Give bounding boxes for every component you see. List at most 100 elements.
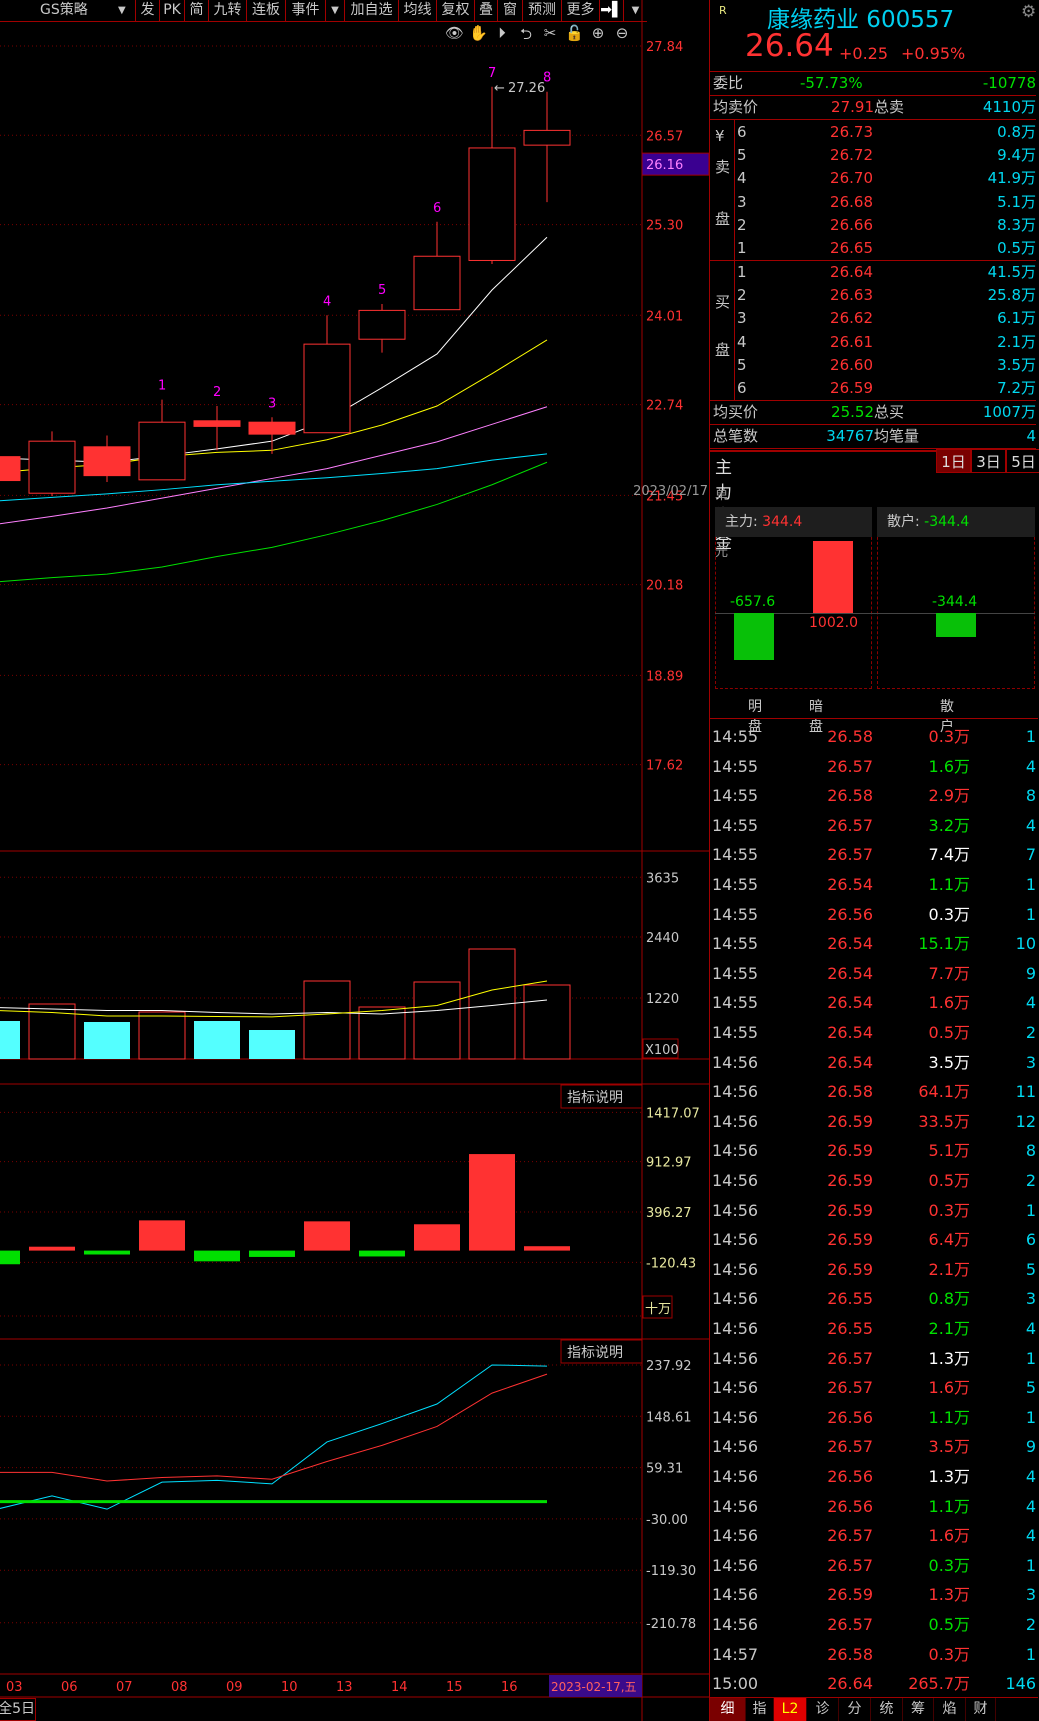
tick-row[interactable]: 14:56 26.54 3.5万 3: [710, 1048, 1036, 1077]
tick-row[interactable]: 15:00 26.64 265.7万 146: [710, 1669, 1036, 1698]
tick-row[interactable]: 14:56 26.57 1.6万 4: [710, 1521, 1036, 1550]
tick-volume: 6.4万: [928, 1230, 970, 1250]
tick-price: 26.59: [827, 1585, 873, 1605]
tick-time: 14:56: [712, 1526, 759, 1546]
tick-price: 26.57: [827, 845, 873, 865]
tick-volume: 1.1万: [928, 1407, 970, 1427]
volume-bar: [523, 984, 571, 1060]
tick-price: 26.54: [827, 963, 873, 983]
bottom-tab-0[interactable]: 细: [710, 1698, 746, 1721]
tick-row[interactable]: 14:56 26.59 1.3万 3: [710, 1580, 1036, 1609]
bottom-tab-4[interactable]: 分: [839, 1698, 871, 1721]
bid-row[interactable]: 1 26.64 41.5万: [710, 261, 1036, 284]
tick-row[interactable]: 14:56 26.55 0.8万 3: [710, 1284, 1036, 1313]
tick-row[interactable]: 14:55 26.56 0.3万 1: [710, 900, 1036, 929]
ask-row[interactable]: 2 26.66 8.3万: [710, 214, 1036, 237]
tick-row[interactable]: 14:56 26.59 2.1万 5: [710, 1255, 1036, 1284]
bottom-tab-6[interactable]: 筹: [903, 1698, 934, 1721]
tick-row[interactable]: 14:56 26.59 0.5万 2: [710, 1166, 1036, 1195]
indicator-line-2: [0, 1373, 548, 1482]
tick-row[interactable]: 14:56 26.57 0.3万 1: [710, 1551, 1036, 1580]
candle: [248, 421, 296, 435]
volume-bar: [249, 1030, 295, 1059]
candle-marker: 6: [433, 201, 441, 216]
bottom-tab-2[interactable]: L2: [774, 1698, 807, 1721]
level: 4: [737, 169, 747, 188]
ask-row[interactable]: 1 26.65 0.5万: [710, 237, 1036, 260]
tick-row[interactable]: 14:55 26.57 3.2万 4: [710, 811, 1036, 840]
tick-row[interactable]: 14:57 26.58 0.3万 1: [710, 1640, 1036, 1669]
volume: 8.3万: [997, 215, 1036, 234]
ask-row[interactable]: 3 26.68 5.1万: [710, 191, 1036, 214]
ask-row[interactable]: 6 26.73 0.8万: [710, 121, 1036, 144]
tick-row[interactable]: 14:56 26.57 1.3万 1: [710, 1344, 1036, 1373]
tick-row[interactable]: 14:56 26.59 6.4万 6: [710, 1225, 1036, 1254]
tick-row[interactable]: 14:56 26.56 1.1万 4: [710, 1492, 1036, 1521]
indicator-tick-label: -210.78: [646, 1617, 696, 1632]
tick-row[interactable]: 14:56 26.59 5.1万 8: [710, 1136, 1036, 1165]
tick-price: 26.54: [827, 875, 873, 894]
tick-row[interactable]: 14:55 26.54 15.1万 10: [710, 929, 1036, 958]
tick-row[interactable]: 14:56 26.57 3.5万 9: [710, 1432, 1036, 1461]
volume-tick-label: 1220: [646, 992, 679, 1007]
tick-row[interactable]: 14:56 26.59 0.3万 1: [710, 1196, 1036, 1225]
level: 2: [737, 286, 747, 305]
period-3-button[interactable]: 5日: [1006, 449, 1039, 473]
bottom-tab-1[interactable]: 指: [746, 1698, 774, 1721]
bid-row[interactable]: 6 26.59 7.2万: [710, 377, 1036, 400]
tick-count: 6: [1025, 1230, 1036, 1250]
tick-price: 26.59: [827, 1141, 873, 1161]
tick-row[interactable]: 14:56 26.57 0.5万 2: [710, 1610, 1036, 1639]
tick-volume: 0.8万: [928, 1289, 970, 1309]
tick-volume: 1.6万: [928, 1378, 970, 1398]
tick-volume: 2.1万: [928, 1259, 970, 1279]
tick-row[interactable]: 14:55 26.54 0.5万 2: [710, 1018, 1036, 1047]
tick-row[interactable]: 14:56 26.56 1.1万 1: [710, 1403, 1036, 1432]
volume-unit-label: X100: [645, 1043, 679, 1058]
period-tab[interactable]: 全5日: [0, 1698, 36, 1721]
total-buy-value: 1007万: [982, 403, 1036, 421]
level: 2: [737, 215, 747, 234]
tick-row[interactable]: 14:55 26.58 0.3万 1: [710, 722, 1036, 751]
date-label: 06: [61, 1680, 78, 1695]
volume: 5.1万: [997, 192, 1036, 211]
bid-row[interactable]: 5 26.60 3.5万: [710, 354, 1036, 377]
tick-row[interactable]: 14:55 26.54 7.7万 9: [710, 959, 1036, 988]
tick-row[interactable]: 14:55 26.58 2.9万 8: [710, 781, 1036, 810]
tick-time: 14:56: [712, 1467, 759, 1486]
tick-row[interactable]: 14:56 26.59 33.5万 12: [710, 1107, 1036, 1136]
candle: [468, 147, 516, 261]
bottom-tab-5[interactable]: 统: [871, 1698, 903, 1721]
bottom-tab-7[interactable]: 焰: [934, 1698, 966, 1721]
tick-row[interactable]: 14:55 26.57 7.4万 7: [710, 840, 1036, 869]
tick-volume: 1.1万: [928, 1496, 970, 1516]
bottom-tab-3[interactable]: 诊: [807, 1698, 839, 1721]
ask-row[interactable]: 4 26.70 41.9万: [710, 167, 1036, 190]
tick-row[interactable]: 14:55 26.54 1.6万 4: [710, 988, 1036, 1017]
tick-row[interactable]: 14:56 26.55 2.1万 4: [710, 1314, 1036, 1343]
period-2-button[interactable]: 3日: [971, 449, 1006, 473]
tick-count: 1: [1025, 1644, 1036, 1664]
bid-row[interactable]: 3 26.62 6.1万: [710, 307, 1036, 330]
tick-row[interactable]: 14:55 26.54 1.1万 1: [710, 870, 1036, 899]
tick-row[interactable]: 14:56 26.56 1.3万 4: [710, 1462, 1036, 1491]
volume: 41.9万: [987, 169, 1036, 188]
indicator-tick-label: 148.61: [646, 1410, 692, 1425]
bottom-tab-8[interactable]: 财: [966, 1698, 996, 1721]
tick-row[interactable]: 14:56 26.57 1.6万 5: [710, 1373, 1036, 1402]
period-1-button[interactable]: 1日: [936, 449, 971, 473]
indicator-legend-label: 指标说明: [567, 1345, 623, 1361]
price: 26.59: [830, 379, 873, 397]
tick-time: 15:00: [712, 1674, 759, 1694]
avg-volume-label: 均笔量: [874, 427, 920, 445]
tick-volume: 1.1万: [928, 875, 970, 894]
kline-chart[interactable]: 27.8426.5725.3024.0122.7421.4520.1818.89…: [0, 0, 709, 1721]
ask-row[interactable]: 5 26.72 9.4万: [710, 144, 1036, 167]
bid-row[interactable]: 4 26.61 2.1万: [710, 331, 1036, 354]
tick-row[interactable]: 14:56 26.58 64.1万 11: [710, 1077, 1036, 1106]
tick-time: 14:55: [712, 756, 759, 776]
tick-row[interactable]: 14:55 26.57 1.6万 4: [710, 752, 1036, 781]
bid-row[interactable]: 2 26.63 25.8万: [710, 284, 1036, 307]
flow-bar: [524, 1246, 570, 1251]
candle-marker: 7: [488, 66, 496, 81]
